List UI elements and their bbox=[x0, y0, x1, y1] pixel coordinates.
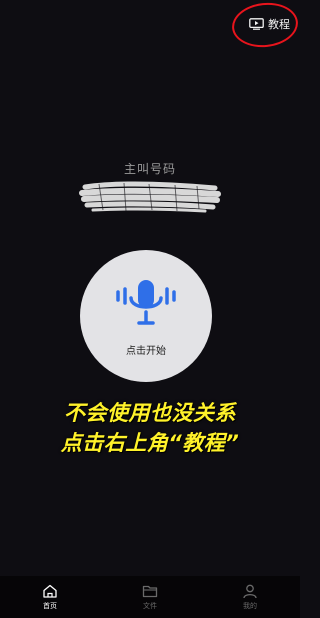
microphone-icon bbox=[116, 280, 176, 325]
bottom-navigation: 首页 文件 我的 bbox=[0, 576, 300, 618]
start-recording-button[interactable]: 点击开始 bbox=[80, 250, 212, 382]
nav-label-profile: 我的 bbox=[243, 602, 257, 610]
nav-item-home[interactable]: 首页 bbox=[15, 583, 85, 611]
app-screen: 教程 主叫号码 点击开始 不会使用也没关系 点击右上角“教程” 首页 文件 我的 bbox=[0, 0, 301, 618]
folder-icon bbox=[142, 585, 158, 598]
play-screen-icon bbox=[249, 18, 264, 30]
home-icon bbox=[43, 584, 57, 598]
nav-item-files[interactable]: 文件 bbox=[115, 583, 185, 611]
caller-number-label: 主叫号码 bbox=[123, 162, 176, 176]
start-label: 点击开始 bbox=[126, 346, 166, 357]
tutorial-button[interactable]: 教程 bbox=[249, 16, 290, 32]
caption-line-1: 不会使用也没关系 bbox=[64, 401, 236, 425]
caption-line-2: 点击右上角“教程” bbox=[60, 431, 240, 455]
nav-label-files: 文件 bbox=[143, 602, 157, 610]
redacted-phone-number bbox=[79, 181, 221, 213]
nav-item-profile[interactable]: 我的 bbox=[215, 583, 285, 611]
nav-label-home: 首页 bbox=[43, 602, 57, 610]
user-icon bbox=[243, 584, 257, 599]
tutorial-label: 教程 bbox=[268, 18, 290, 31]
